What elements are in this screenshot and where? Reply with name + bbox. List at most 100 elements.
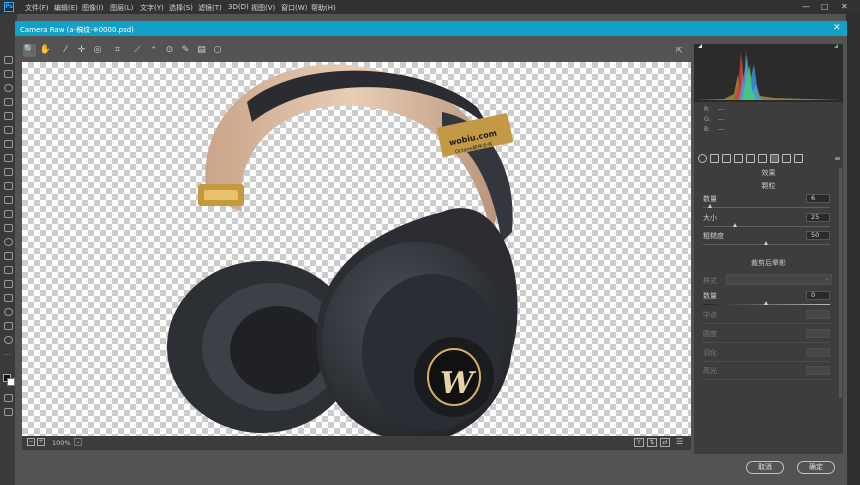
cancel-button[interactable]: 取消 <box>746 461 784 474</box>
preview-options-icon[interactable]: ☰ <box>676 437 683 446</box>
redeye-icon[interactable]: ⊙ <box>163 44 176 57</box>
menu-window[interactable]: 窗口(W) <box>281 3 307 13</box>
photoshop-logo: Ps <box>4 2 14 12</box>
tone-curve-tab-icon[interactable] <box>710 154 719 163</box>
menu-select[interactable]: 选择(S) <box>169 3 193 13</box>
detail-tab-icon[interactable] <box>722 154 731 163</box>
spot-removal-icon[interactable]: ⁺ <box>147 44 160 57</box>
history-brush-tool-icon[interactable] <box>4 196 13 204</box>
more-tools-icon[interactable]: ··· <box>4 352 13 360</box>
panel-menu-icon[interactable] <box>835 157 840 160</box>
screen-mode-icon[interactable] <box>4 408 13 416</box>
dialog-titlebar: Camera Raw (a-稿纹-※0000.psd) ✕ <box>15 21 847 36</box>
eraser-tool-icon[interactable] <box>4 210 13 218</box>
zoom-level: 100% <box>52 439 71 447</box>
hand-tool-icon[interactable] <box>4 322 13 330</box>
vignette-feather-input <box>806 348 830 357</box>
menu-file[interactable]: 文件(F) <box>25 3 49 13</box>
menu-image[interactable]: 图像(I) <box>82 3 104 13</box>
dialog-close-icon[interactable]: ✕ <box>833 23 841 33</box>
menu-filter[interactable]: 滤镜(T) <box>198 3 222 13</box>
close-icon[interactable]: ✕ <box>841 2 848 11</box>
menu-type[interactable]: 文字(Y) <box>140 3 164 13</box>
image-canvas[interactable]: wobiu.com Octane软件全书 W <box>22 62 691 436</box>
vignette-highlights-input <box>806 366 830 375</box>
path-select-tool-icon[interactable] <box>4 294 13 302</box>
hsl-tab-icon[interactable] <box>734 154 743 163</box>
grain-amount-thumb[interactable] <box>708 204 712 208</box>
quick-select-tool-icon[interactable] <box>4 98 13 106</box>
menu-view[interactable]: 视图(V) <box>251 3 275 13</box>
vignette-amount-thumb[interactable] <box>764 301 768 305</box>
maximize-icon[interactable]: □ <box>821 2 829 11</box>
camera-raw-toolbar: 🔍 ✋ ⁄ ✛ ◎ ⌗ ⟋ ⁺ ⊙ ✎ ▤ ○ ⇱ <box>23 44 691 60</box>
panel-scrollbar[interactable] <box>839 168 842 398</box>
eyedropper-tool-icon[interactable] <box>4 140 13 148</box>
calibration-tab-icon[interactable] <box>782 154 791 163</box>
minimize-icon[interactable]: — <box>802 2 810 11</box>
effects-tab-icon[interactable] <box>770 154 779 163</box>
split-toning-tab-icon[interactable] <box>746 154 755 163</box>
stamp-tool-icon[interactable] <box>4 182 13 190</box>
frame-tool-icon[interactable] <box>4 126 13 134</box>
grain-amount-slider[interactable] <box>703 207 830 208</box>
vignette-amount-input[interactable]: 0 <box>806 291 830 300</box>
pen-tool-icon[interactable] <box>4 266 13 274</box>
dodge-tool-icon[interactable] <box>4 252 13 260</box>
grain-roughness-thumb[interactable] <box>764 241 768 245</box>
adjust-brush-icon[interactable]: ✎ <box>179 44 192 57</box>
menu-edit[interactable]: 编辑(E) <box>54 3 78 13</box>
presets-tab-icon[interactable] <box>794 154 803 163</box>
vignette-roundness-label: 圆度 <box>703 330 717 338</box>
swap-settings-icon[interactable]: ⇅ <box>647 438 657 447</box>
radial-filter-icon[interactable]: ○ <box>211 44 224 57</box>
brush-tool-icon[interactable] <box>4 168 13 176</box>
color-sampler-icon[interactable]: ✛ <box>75 44 88 57</box>
grain-size-label: 大小 <box>703 214 717 222</box>
hand-icon[interactable]: ✋ <box>39 44 52 57</box>
grain-amount-input[interactable]: 6 <box>806 194 830 203</box>
gradient-tool-icon[interactable] <box>4 224 13 232</box>
basic-tab-icon[interactable] <box>698 154 707 163</box>
before-after-icon[interactable]: Y <box>634 438 644 447</box>
crop-icon[interactable]: ⌗ <box>111 44 124 57</box>
copy-settings-icon[interactable]: ⇄ <box>660 438 670 447</box>
background-color-swatch[interactable] <box>7 378 15 386</box>
straighten-icon[interactable]: ⟋ <box>131 44 144 57</box>
grad-filter-icon[interactable]: ▤ <box>195 44 208 57</box>
crop-tool-icon[interactable] <box>4 112 13 120</box>
blur-tool-icon[interactable] <box>4 238 13 246</box>
healing-tool-icon[interactable] <box>4 154 13 162</box>
vignette-highlights-label: 高光 <box>703 367 717 375</box>
adjustments-panel: R: --- G: --- B: --- 效果 颗粒 数量 6 大小 25 粗糙… <box>694 44 843 454</box>
menu-help[interactable]: 帮助(H) <box>311 3 336 13</box>
lasso-tool-icon[interactable] <box>4 84 13 92</box>
zoom-dropdown-icon[interactable]: ⌄ <box>74 438 82 446</box>
quick-mask-icon[interactable] <box>4 394 13 402</box>
menu-3d[interactable]: 3D(D) <box>228 3 249 11</box>
ok-button[interactable]: 确定 <box>797 461 835 474</box>
vignette-midpoint-label: 中点 <box>703 311 717 319</box>
zoom-tool-icon[interactable] <box>4 336 13 344</box>
vignette-style-select[interactable]: ⌄ <box>726 274 832 285</box>
move-tool-icon[interactable] <box>4 56 13 64</box>
lens-tab-icon[interactable] <box>758 154 767 163</box>
zoom-in-icon[interactable]: + <box>37 438 45 446</box>
marquee-tool-icon[interactable] <box>4 70 13 78</box>
shape-tool-icon[interactable] <box>4 308 13 316</box>
zoom-out-icon[interactable]: − <box>27 438 35 446</box>
panel-tabs <box>694 153 843 165</box>
grain-size-thumb[interactable] <box>733 223 737 227</box>
chevron-down-icon: ⌄ <box>825 276 830 282</box>
grain-size-slider[interactable] <box>703 226 830 227</box>
histogram-g-value: --- <box>718 116 725 123</box>
target-adjust-icon[interactable]: ◎ <box>91 44 104 57</box>
white-balance-icon[interactable]: ⁄ <box>59 44 72 57</box>
open-preferences-icon[interactable]: ⇱ <box>673 44 686 57</box>
zoom-icon[interactable]: 🔍 <box>23 44 36 57</box>
grain-roughness-input[interactable]: 50 <box>806 231 830 240</box>
menu-layer[interactable]: 图层(L) <box>110 3 133 13</box>
ps-right-panel-strip <box>846 14 860 485</box>
grain-size-input[interactable]: 25 <box>806 213 830 222</box>
type-tool-icon[interactable] <box>4 280 13 288</box>
